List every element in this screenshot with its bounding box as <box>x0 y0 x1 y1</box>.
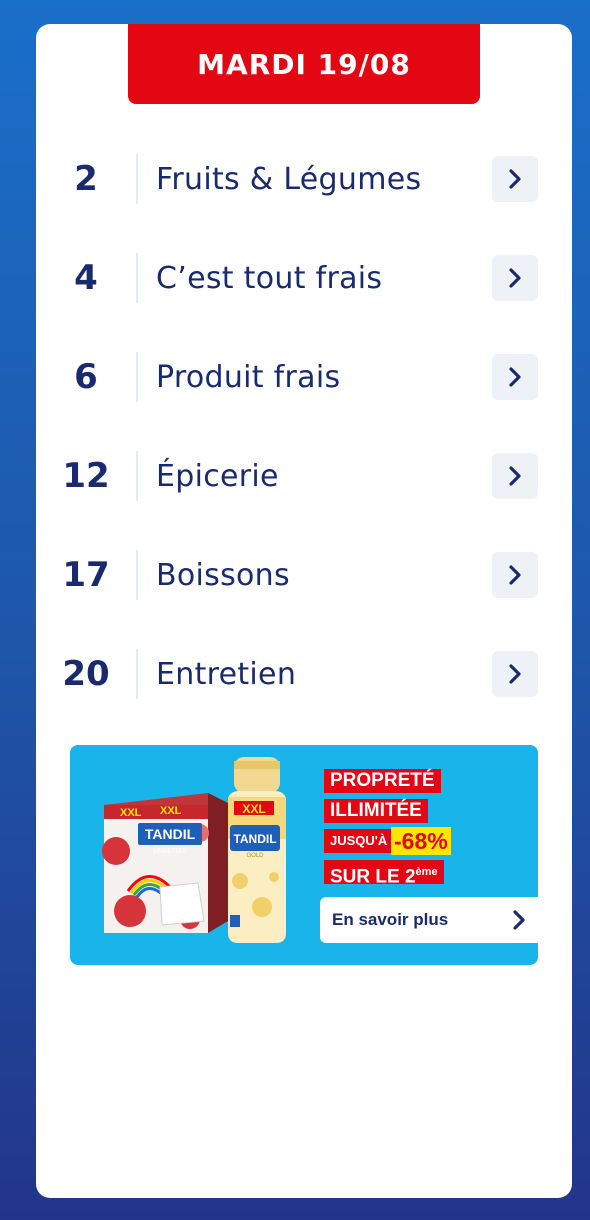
chevron-right-icon[interactable] <box>492 156 538 202</box>
chevron-right-icon[interactable] <box>492 354 538 400</box>
promo-banner[interactable]: XXL XXL TANDIL LINGETTES XXL TANDIL GOLD… <box>70 745 538 965</box>
toc-item-epicerie[interactable]: 12 Épicerie <box>36 449 572 503</box>
date-banner: MARDI 19/08 <box>128 24 480 104</box>
box-sub: LINGETTES <box>153 849 186 855</box>
toc-page-number: 4 <box>74 258 98 298</box>
box-xxl-badge: XXL <box>160 805 182 817</box>
toc-label: Fruits & Légumes <box>156 161 422 197</box>
tandil-wipes-box-image: XXL XXL TANDIL LINGETTES <box>102 793 228 933</box>
toc-divider <box>136 253 138 303</box>
chevron-right-icon[interactable] <box>492 552 538 598</box>
toc-page-number: 2 <box>74 159 98 199</box>
toc-page-number: 17 <box>62 555 110 595</box>
toc-label: Épicerie <box>156 458 279 494</box>
toc-page-number: 12 <box>62 456 110 496</box>
toc-divider <box>136 649 138 699</box>
chevron-right-icon[interactable] <box>492 255 538 301</box>
chevron-right-icon[interactable] <box>492 453 538 499</box>
toc-label: Boissons <box>156 557 290 593</box>
chevron-right-icon[interactable] <box>492 651 538 697</box>
toc-item-cest-tout-frais[interactable]: 4 C’est tout frais <box>36 251 572 305</box>
bottle-sub: GOLD <box>246 853 264 859</box>
toc-item-entretien[interactable]: 20 Entretien <box>36 647 572 701</box>
toc-label: C’est tout frais <box>156 260 383 296</box>
promo-line4: SUR LE 2 <box>330 866 416 888</box>
promo-tag-proprete: PROPRETÉ <box>324 769 441 793</box>
chevron-right-icon <box>513 910 525 930</box>
date-title: MARDI 19/08 <box>197 47 411 81</box>
toc-item-boissons[interactable]: 17 Boissons <box>36 548 572 602</box>
promo-tag-illimitee: ILLIMITÉE <box>324 799 428 823</box>
promo-tag-sur-le-2eme: SUR LE 2ème <box>324 860 444 888</box>
toc-divider <box>136 550 138 600</box>
toc-divider <box>136 451 138 501</box>
box-xxl-badge: XXL <box>120 807 142 819</box>
toc-label: Produit frais <box>156 359 341 395</box>
toc-page-number: 20 <box>62 654 110 694</box>
tandil-gold-bottle-image: XXL TANDIL GOLD <box>228 757 286 943</box>
promo-tag-jusqua: JUSQU'À <box>324 829 394 853</box>
toc-divider <box>136 352 138 402</box>
promo-line4-sup: ème <box>415 866 438 878</box>
box-brand: TANDIL <box>145 826 196 842</box>
more-label: En savoir plus <box>332 910 449 929</box>
bottle-xxl-badge: XXL <box>242 802 265 816</box>
toc-label: Entretien <box>156 656 297 692</box>
toc-item-fruits-legumes[interactable]: 2 Fruits & Légumes <box>36 152 572 206</box>
bottle-brand: TANDIL <box>233 832 276 846</box>
toc-divider <box>136 154 138 204</box>
catalog-card: MARDI 19/08 2 Fruits & Légumes 4 C’est t… <box>36 24 572 1198</box>
toc-page-number: 6 <box>74 357 98 397</box>
en-savoir-plus-button[interactable]: En savoir plus <box>320 897 538 943</box>
toc-item-produit-frais[interactable]: 6 Produit frais <box>36 350 572 404</box>
promo-discount: -68% <box>391 827 451 855</box>
